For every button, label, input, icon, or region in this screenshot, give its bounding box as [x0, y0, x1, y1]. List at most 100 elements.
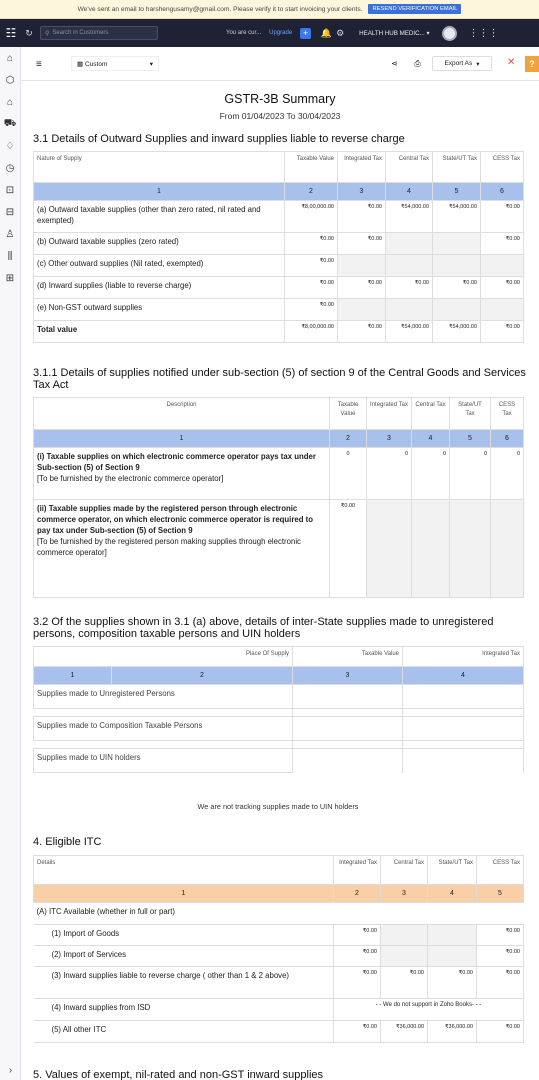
taxable-value: [292, 748, 403, 773]
integrated-tax[interactable]: [402, 684, 524, 709]
central-tax: ₹54,000.00: [385, 320, 433, 343]
quick-create-button[interactable]: +: [300, 27, 312, 39]
taxable-value[interactable]: [292, 684, 403, 709]
state-tax[interactable]: 0: [449, 447, 491, 500]
report-title: GSTR-3B Summary: [224, 92, 336, 106]
cess-tax[interactable]: ₹0.00: [480, 200, 524, 233]
row-label: (e) Non-GST outward supplies: [33, 298, 285, 321]
cess-tax[interactable]: ₹0.00: [480, 232, 524, 255]
table-3-1: Nature of Supply Taxable Value Integrate…: [33, 151, 524, 343]
help-button[interactable]: ?: [525, 56, 539, 72]
col-number: 2: [329, 429, 367, 448]
empty-cell: [449, 499, 491, 598]
integrated-tax[interactable]: ₹0.00: [333, 1020, 381, 1043]
avatar[interactable]: [441, 25, 457, 41]
close-icon[interactable]: ✕: [507, 57, 515, 68]
print-icon[interactable]: ⎙: [410, 57, 425, 71]
organization-switcher[interactable]: HEALTH HUB MEDIC... ▾: [359, 30, 429, 37]
date-range-dropdown[interactable]: ▦ Custom ▾: [71, 56, 159, 71]
cess-tax[interactable]: ₹0.00: [476, 945, 524, 967]
taxable-value[interactable]: 0: [329, 447, 367, 500]
central-tax[interactable]: ₹0.00: [385, 276, 433, 299]
central-tax[interactable]: ₹54,000.00: [385, 200, 433, 233]
banking-icon[interactable]: ⌂: [0, 91, 20, 113]
share-icon[interactable]: ⋖: [387, 57, 402, 71]
table-row: Supplies made to Composition Taxable Per…: [33, 716, 524, 741]
central-tax[interactable]: ₹0.00: [380, 966, 428, 999]
state-tax[interactable]: ₹54,000.00: [432, 200, 481, 233]
expand-sidebar-icon[interactable]: ›: [0, 1065, 21, 1076]
gst-filing-icon[interactable]: ⊟: [0, 201, 20, 223]
taxable-value[interactable]: [292, 716, 403, 741]
taxable-value[interactable]: ₹0.00: [284, 254, 338, 277]
state-tax[interactable]: ₹0.00: [427, 966, 477, 999]
central-tax[interactable]: 0: [411, 447, 450, 500]
row-label: (c) Other outward supplies (Nil rated, e…: [33, 254, 285, 277]
row-label-bold: (i) Taxable supplies on which electronic…: [37, 452, 316, 472]
resend-verification-button[interactable]: RESEND VERIFICATION EMAIL: [368, 4, 462, 14]
integrated-tax[interactable]: ₹0.00: [337, 232, 386, 255]
taxable-value[interactable]: ₹0.00: [284, 232, 338, 255]
col-number: 3: [380, 884, 428, 903]
time-tracking-icon[interactable]: ◷: [0, 157, 20, 179]
cess-tax: ₹0.00: [480, 320, 524, 343]
integrated-tax[interactable]: ₹0.00: [337, 200, 386, 233]
col-number: 6: [490, 429, 524, 448]
not-supported-note: - - We do not support in Zoho Books- - -: [333, 998, 524, 1021]
state-tax[interactable]: ₹36,000.00: [427, 1020, 477, 1043]
apps-grid-icon[interactable]: ⋮⋮⋮: [469, 28, 499, 39]
cess-tax[interactable]: 0: [490, 447, 524, 500]
top-navbar: ☷ ↻ ⚲ Search in Customers You are cur...…: [0, 19, 539, 47]
search-input[interactable]: ⚲ Search in Customers: [40, 26, 158, 40]
table-row: (ii) Taxable supplies made by the regist…: [33, 499, 524, 598]
eway-bill-icon[interactable]: ⊡: [0, 179, 20, 201]
purchases-icon[interactable]: ♢: [0, 135, 20, 157]
integrated-tax[interactable]: [402, 716, 524, 741]
row-label: (a) Outward taxable supplies (other than…: [33, 200, 285, 233]
accountant-icon[interactable]: ♙: [0, 223, 20, 245]
integrated-tax[interactable]: ₹0.00: [337, 276, 386, 299]
table-row: (A) ITC Available (whether in full or pa…: [34, 903, 524, 925]
taxable-value[interactable]: ₹0.00: [284, 298, 338, 321]
integrated-tax[interactable]: ₹0.00: [333, 945, 381, 967]
integrated-tax[interactable]: 0: [366, 447, 412, 500]
taxable-value[interactable]: ₹0.00: [284, 276, 338, 299]
col-number: 4: [385, 182, 433, 201]
col-number: 4: [427, 884, 477, 903]
bell-icon[interactable]: 🔔: [319, 28, 333, 39]
export-dropdown[interactable]: Export As ▾: [432, 56, 492, 71]
col-header: State/UT Tax: [432, 151, 481, 183]
sales-icon[interactable]: ⛟: [0, 113, 20, 135]
table-3-2: Place Of Supply Taxable Value Integrated…: [33, 646, 524, 773]
integrated-tax[interactable]: ₹0.00: [333, 924, 381, 946]
cess-tax[interactable]: ₹0.00: [476, 966, 524, 999]
empty-cell: [490, 499, 524, 598]
documents-icon[interactable]: ⊞: [0, 267, 20, 289]
export-label: Export As: [444, 60, 473, 67]
search-placeholder: Search in Customers: [52, 30, 109, 36]
cess-tax[interactable]: ₹0.00: [480, 276, 524, 299]
cess-tax[interactable]: ₹0.00: [476, 1020, 524, 1043]
upgrade-link[interactable]: Upgrade: [269, 30, 292, 36]
sidebar: ⌂ ⬡ ⌂ ⛟ ♢ ◷ ⊡ ⊟ ♙ ⫼ ⊞ ›: [0, 47, 21, 1080]
row-label: (d) Inward supplies (liable to reverse c…: [33, 276, 285, 299]
table-row: (a) Outward taxable supplies (other than…: [33, 200, 524, 233]
col-header: Taxable Value: [284, 151, 338, 183]
taxable-value[interactable]: ₹0.00: [329, 499, 367, 598]
items-icon[interactable]: ⬡: [0, 69, 20, 91]
cess-tax[interactable]: ₹0.00: [476, 924, 524, 946]
home-icon[interactable]: ⌂: [0, 47, 20, 69]
col-number: 4: [402, 666, 524, 685]
state-tax[interactable]: ₹0.00: [432, 276, 481, 299]
refresh-icon[interactable]: ↻: [22, 28, 36, 39]
menu-icon[interactable]: ≡: [36, 59, 42, 70]
taxable-value[interactable]: ₹8,00,000.00: [284, 200, 338, 233]
gear-icon[interactable]: ⚙: [333, 28, 347, 39]
org-name: HEALTH HUB MEDIC...: [359, 29, 425, 37]
integrated-tax[interactable]: ₹0.00: [333, 966, 381, 999]
app-logo-icon[interactable]: ☷: [0, 26, 22, 40]
central-tax[interactable]: ₹36,000.00: [380, 1020, 428, 1043]
reports-icon[interactable]: ⫼: [0, 245, 20, 267]
col-number: 5: [449, 429, 491, 448]
col-number: 1: [33, 884, 334, 903]
